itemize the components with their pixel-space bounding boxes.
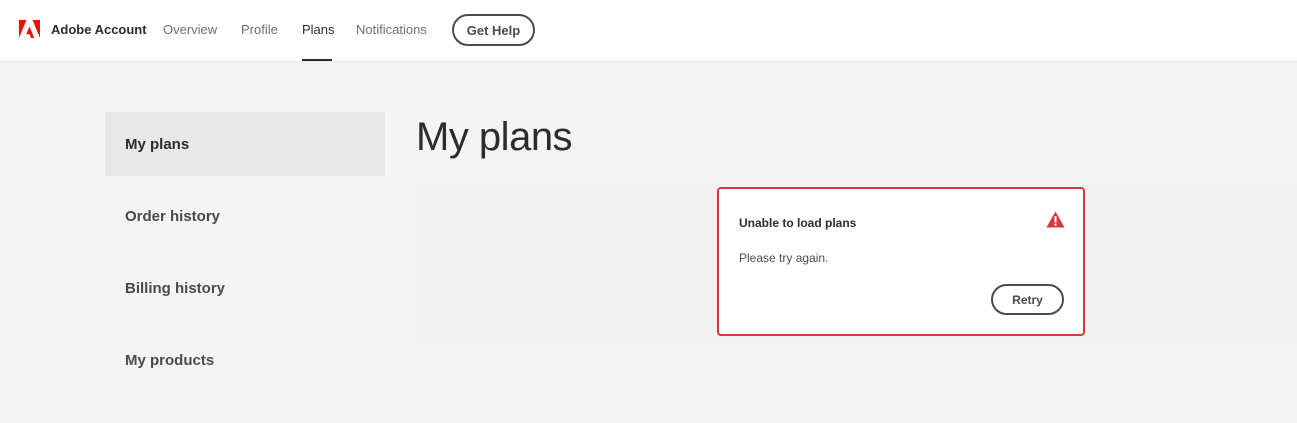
error-card: Unable to load plans Please try again. R… xyxy=(717,187,1085,336)
sidebar-item-billing-history[interactable]: Billing history xyxy=(105,256,385,320)
get-help-button[interactable]: Get Help xyxy=(452,14,535,46)
top-navigation: Adobe Account Overview Profile Plans Not… xyxy=(0,0,1297,62)
sidebar-item-my-products[interactable]: My products xyxy=(105,328,385,392)
active-tab-indicator xyxy=(302,59,332,61)
sidebar-item-order-history[interactable]: Order history xyxy=(105,184,385,248)
sidebar-item-my-plans[interactable]: My plans xyxy=(105,112,385,176)
alert-triangle-icon xyxy=(1046,211,1065,228)
retry-button[interactable]: Retry xyxy=(991,284,1064,315)
page-title: My plans xyxy=(416,115,573,159)
error-message: Please try again. xyxy=(739,251,829,265)
nav-profile[interactable]: Profile xyxy=(241,22,278,37)
brand-title[interactable]: Adobe Account xyxy=(51,22,147,37)
error-title: Unable to load plans xyxy=(739,216,857,230)
nav-notifications[interactable]: Notifications xyxy=(356,22,427,37)
nav-overview[interactable]: Overview xyxy=(163,22,217,37)
adobe-logo-icon[interactable] xyxy=(19,20,40,39)
nav-plans[interactable]: Plans xyxy=(302,22,335,37)
